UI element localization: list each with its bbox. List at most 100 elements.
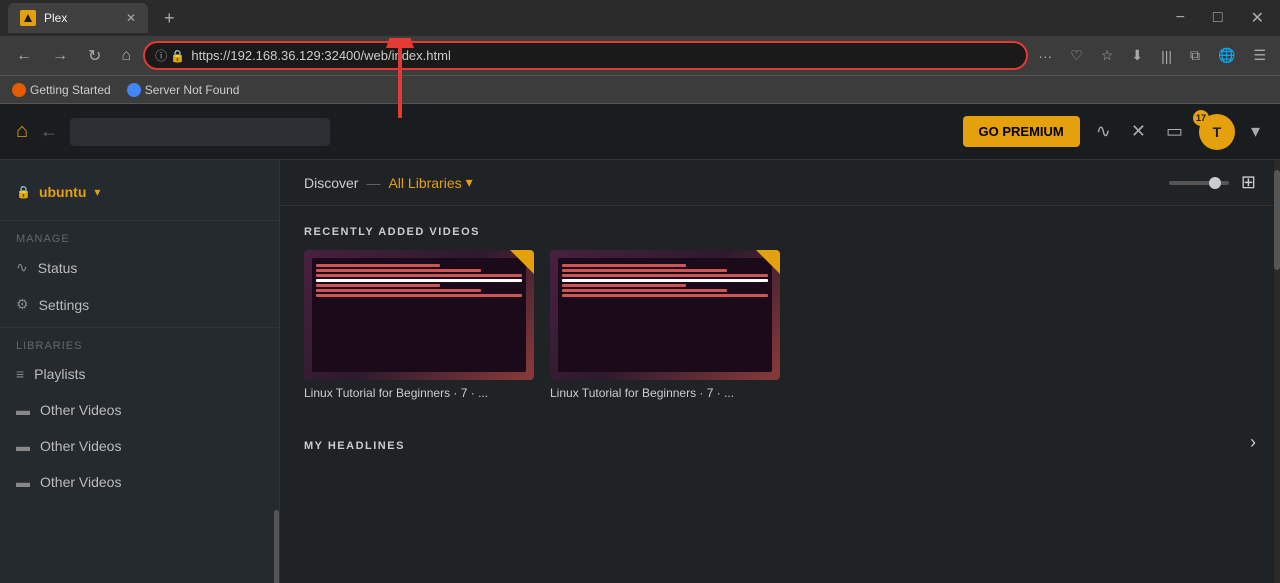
- bookmark-label: Server Not Found: [145, 83, 240, 97]
- terminal-line: [316, 289, 481, 292]
- forward-button[interactable]: →: [44, 43, 76, 69]
- browser-chrome: Plex ✕ + − □ ✕ ← → ↻ ⌂ ⓘ 🔒 ··· ♡ ☆ ⬇ |||…: [0, 0, 1280, 104]
- google-icon: [127, 83, 141, 97]
- terminal-overlay-2: [558, 258, 772, 372]
- address-input[interactable]: [191, 48, 1016, 63]
- bookmarks-bar: Getting Started Server Not Found: [0, 76, 1280, 104]
- home-button[interactable]: ⌂: [113, 43, 139, 69]
- sidebar-divider-2: [0, 327, 279, 328]
- nav-right: ⊞: [1169, 172, 1256, 193]
- firefox-account-button[interactable]: 🌐: [1212, 43, 1241, 68]
- recently-added-title: RECENTLY ADDED VIDEOS: [280, 206, 1280, 250]
- sidebar-item-playlists[interactable]: ≡ Playlists: [0, 356, 279, 392]
- browser-toolbar: ← → ↻ ⌂ ⓘ 🔒 ··· ♡ ☆ ⬇ ||| ⧉ 🌐 ☰: [0, 36, 1280, 76]
- main-scrollbar[interactable]: [1274, 160, 1280, 583]
- bookmark-button[interactable]: ☆: [1095, 43, 1120, 68]
- maximize-button[interactable]: □: [1205, 4, 1231, 32]
- terminal-line-selected: [562, 279, 768, 282]
- terminal-line: [562, 269, 727, 272]
- sidebar-item-other-videos-1-label: Other Videos: [40, 402, 121, 418]
- plex-search-input[interactable]: [70, 118, 330, 146]
- video-card-1[interactable]: Linux Tutorial for Beginners · 7 · ...: [304, 250, 534, 400]
- terminal-line: [562, 289, 727, 292]
- terminal-line: [562, 284, 686, 287]
- my-headlines-arrow[interactable]: ›: [1250, 432, 1256, 453]
- browser-tab[interactable]: Plex ✕: [8, 3, 148, 33]
- video-thumbnail-1: [304, 250, 534, 380]
- plex-header: ⌂ ← GO PREMIUM ∿ ✕ ▭ 17 T ▾: [0, 104, 1280, 160]
- video-thumbnail-2: [550, 250, 780, 380]
- browser-titlebar: Plex ✕ + − □ ✕: [0, 0, 1280, 36]
- new-tab-button[interactable]: +: [156, 8, 183, 29]
- video-title-1: Linux Tutorial for Beginners · 7 · ...: [304, 386, 534, 400]
- library-button[interactable]: |||: [1155, 44, 1178, 68]
- back-button[interactable]: ←: [8, 43, 40, 69]
- go-premium-button[interactable]: GO PREMIUM: [963, 116, 1080, 147]
- view-size-slider[interactable]: [1169, 181, 1229, 185]
- terminal-line: [562, 264, 686, 267]
- bookmark-getting-started[interactable]: Getting Started: [12, 83, 111, 97]
- server-selector[interactable]: 🔒 ubuntu ▾: [0, 176, 279, 216]
- grid-view-button[interactable]: ⊞: [1241, 172, 1256, 193]
- plex-sidebar: 🔒 ubuntu ▾ MANAGE ∿ Status ⚙ Settings LI…: [0, 160, 280, 583]
- address-bar[interactable]: ⓘ 🔒: [143, 41, 1028, 70]
- status-icon: ∿: [16, 259, 28, 276]
- security-icon: ⓘ 🔒: [155, 47, 185, 64]
- sidebar-item-other-videos-2[interactable]: ▬ Other Videos: [0, 428, 279, 464]
- terminal-line: [316, 294, 522, 297]
- terminal-line: [562, 274, 768, 277]
- notification-badge: 17: [1193, 110, 1209, 126]
- sidebar-item-other-videos-3[interactable]: ▬ Other Videos: [0, 464, 279, 500]
- server-name: ubuntu: [39, 184, 86, 200]
- terminal-line: [316, 274, 522, 277]
- server-dropdown-icon: ▾: [94, 185, 100, 199]
- firefox-icon: [12, 83, 26, 97]
- tab-favicon: [20, 10, 36, 26]
- tab-title: Plex: [44, 11, 118, 25]
- playlists-icon: ≡: [16, 366, 24, 382]
- my-headlines-header: MY HEADLINES ›: [304, 420, 1256, 464]
- video-icon-2: ▬: [16, 438, 30, 454]
- pocket-button[interactable]: ♡: [1064, 43, 1089, 68]
- menu-button[interactable]: ☰: [1247, 43, 1272, 68]
- reader-view-button[interactable]: ⧉: [1184, 43, 1206, 68]
- tab-close-button[interactable]: ✕: [126, 11, 136, 25]
- reload-button[interactable]: ↻: [80, 42, 109, 70]
- sidebar-item-other-videos-2-label: Other Videos: [40, 438, 121, 454]
- video-card-2[interactable]: Linux Tutorial for Beginners · 7 · ...: [550, 250, 780, 400]
- activity-icon-button[interactable]: ∿: [1092, 117, 1115, 146]
- new-badge-1: [510, 250, 534, 274]
- nav-discover: Discover: [304, 175, 358, 191]
- sidebar-item-status[interactable]: ∿ Status: [0, 249, 279, 286]
- slider-thumb: [1209, 177, 1221, 189]
- plex-back-button[interactable]: ←: [40, 121, 58, 142]
- terminal-line: [562, 294, 768, 297]
- toolbar-right: ··· ♡ ☆ ⬇ ||| ⧉ 🌐 ☰: [1032, 43, 1272, 68]
- sidebar-item-other-videos-1[interactable]: ▬ Other Videos: [0, 392, 279, 428]
- slider-track: [1169, 181, 1229, 185]
- terminal-line: [316, 269, 481, 272]
- plex-home-button[interactable]: ⌂: [16, 120, 28, 143]
- main-scrollbar-thumb: [1274, 170, 1280, 270]
- bookmark-server-not-found[interactable]: Server Not Found: [127, 83, 240, 97]
- video-icon-3: ▬: [16, 474, 30, 490]
- sidebar-item-other-videos-3-label: Other Videos: [40, 474, 121, 490]
- close-window-button[interactable]: ✕: [1243, 4, 1272, 32]
- my-headlines-section: MY HEADLINES ›: [280, 420, 1280, 464]
- terminal-overlay-1: [312, 258, 526, 372]
- more-options-button[interactable]: ···: [1032, 44, 1058, 68]
- nav-all-libraries[interactable]: All Libraries ▾: [388, 174, 472, 191]
- download-button[interactable]: ⬇: [1125, 43, 1149, 68]
- user-avatar[interactable]: 17 T: [1199, 114, 1235, 150]
- sidebar-item-settings[interactable]: ⚙ Settings: [0, 286, 279, 323]
- settings-icon-button[interactable]: ✕: [1127, 117, 1150, 146]
- plex-header-right: GO PREMIUM ∿ ✕ ▭ 17 T ▾: [963, 114, 1264, 150]
- user-menu-button[interactable]: ▾: [1247, 117, 1264, 146]
- nav-separator: —: [366, 175, 380, 191]
- recently-added-section: RECENTLY ADDED VIDEOS: [280, 206, 1280, 420]
- minimize-button[interactable]: −: [1168, 4, 1193, 32]
- cast-icon-button[interactable]: ▭: [1162, 117, 1187, 146]
- my-headlines-title: MY HEADLINES: [304, 420, 429, 464]
- sidebar-divider: [0, 220, 279, 221]
- sidebar-scrollbar-thumb: [274, 510, 279, 583]
